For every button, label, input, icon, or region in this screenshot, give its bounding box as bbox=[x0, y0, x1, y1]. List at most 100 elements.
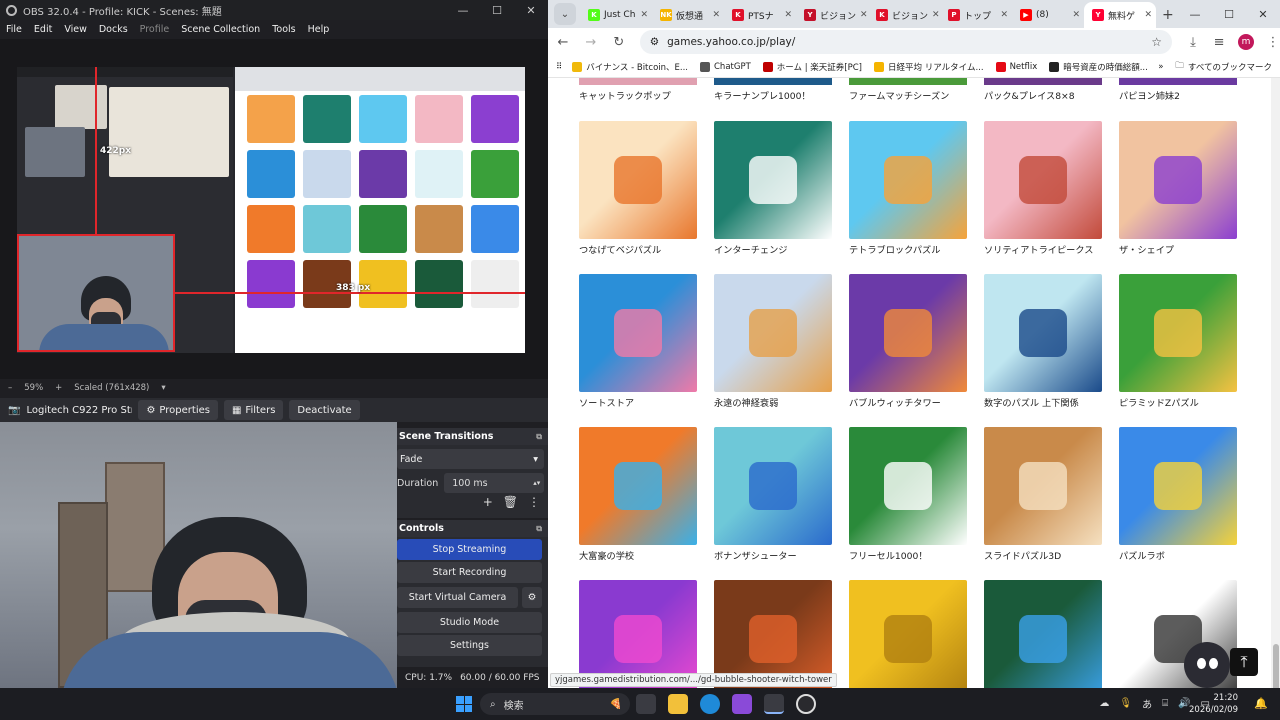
coin-game-icon[interactable] bbox=[849, 580, 967, 688]
virtual-camera-settings-icon[interactable]: ⚙ bbox=[522, 587, 542, 608]
settings-button[interactable]: Settings bbox=[397, 635, 542, 656]
block-puzzle-icon[interactable] bbox=[579, 580, 697, 688]
minimize-icon[interactable]: — bbox=[1178, 0, 1212, 28]
browser-tab[interactable]: Y 無料ゲ ✕ bbox=[1084, 2, 1156, 28]
browser-tab[interactable]: K ビジョン ✕ bbox=[868, 2, 940, 28]
site-info-icon[interactable]: ⚙ bbox=[650, 36, 659, 48]
reading-list-icon[interactable]: ≡ bbox=[1212, 35, 1226, 50]
browser-tab[interactable]: K PTSナ ✕ bbox=[724, 2, 796, 28]
game-name[interactable]: ボナンザシューター bbox=[714, 548, 832, 562]
duration-field[interactable]: 100 ms ▴▾ bbox=[444, 473, 545, 493]
new-tab-icon[interactable]: + bbox=[1162, 7, 1174, 23]
close-tab-icon[interactable]: ✕ bbox=[712, 10, 720, 20]
slide-puzzle-3d-icon[interactable] bbox=[984, 427, 1102, 545]
game-card[interactable]: ボナンザシューター bbox=[714, 427, 832, 580]
properties-button[interactable]: ⚙ Properties bbox=[138, 400, 218, 420]
game-name[interactable]: ソートストア bbox=[579, 395, 697, 409]
task-view-icon[interactable] bbox=[636, 694, 656, 714]
marble-shooter-icon[interactable] bbox=[984, 580, 1102, 688]
game-card[interactable]: テトラブロックパズル bbox=[849, 121, 967, 274]
solitaire-tripeaks-icon[interactable] bbox=[984, 121, 1102, 239]
game-card[interactable]: パズルラボ bbox=[1119, 427, 1237, 580]
menu-help[interactable]: Help bbox=[308, 24, 330, 35]
microphone-icon[interactable]: 🎙 bbox=[1119, 698, 1132, 709]
menu-edit[interactable]: Edit bbox=[34, 24, 52, 35]
game-card[interactable]: 数字のパズル 上下関係 bbox=[984, 274, 1102, 427]
puzzle-lab-icon[interactable] bbox=[1119, 427, 1237, 545]
game-name[interactable]: ソリティアトライピークス bbox=[984, 242, 1102, 256]
selected-webcam-source[interactable] bbox=[17, 234, 175, 352]
game-card[interactable]: フリーセル1000！ bbox=[849, 427, 967, 580]
game-name[interactable]: ザ・シェイプ bbox=[1119, 242, 1237, 256]
maximize-icon[interactable]: ☐ bbox=[1212, 0, 1246, 28]
menu-tools[interactable]: Tools bbox=[272, 24, 295, 35]
bookmark-item[interactable]: 暗号資産の時価総額... bbox=[1049, 61, 1148, 73]
browser-tab[interactable]: ▶ (8) ✕ bbox=[1012, 2, 1084, 28]
game-name[interactable]: 永遠の神経衰弱 bbox=[714, 395, 832, 409]
food-game-icon[interactable] bbox=[714, 580, 832, 688]
sort-store-icon[interactable] bbox=[579, 274, 697, 392]
menu-icon[interactable]: ⋮ bbox=[1266, 35, 1280, 50]
chrome-icon[interactable] bbox=[764, 694, 784, 714]
browser-tab[interactable]: K Just Ch ✕ bbox=[580, 2, 652, 28]
the-shape-icon[interactable] bbox=[1119, 121, 1237, 239]
game-card[interactable] bbox=[579, 580, 697, 688]
bookmark-item[interactable]: Netflix bbox=[995, 61, 1037, 73]
close-icon[interactable]: ✕ bbox=[1246, 0, 1280, 28]
zoom-out-icon[interactable]: – bbox=[8, 383, 12, 393]
tab-search-icon[interactable]: ⌄ bbox=[554, 3, 576, 25]
game-card[interactable]: インターチェンジ bbox=[714, 121, 832, 274]
apps-grid-icon[interactable]: ⠿ bbox=[556, 62, 562, 72]
game-card[interactable]: ソリティアトライピークス bbox=[984, 121, 1102, 274]
clock[interactable]: 21:20 2026/02/09 bbox=[1189, 692, 1238, 716]
bookmark-item[interactable]: 日経平均 リアルタイム... bbox=[874, 61, 984, 73]
back-to-top-button[interactable]: ⤒ bbox=[1230, 648, 1258, 676]
game-name[interactable]: つなげてベジパズル bbox=[579, 242, 697, 256]
number-puzzle-icon[interactable] bbox=[984, 274, 1102, 392]
browser-tab[interactable]: Y ビジョン ✕ bbox=[796, 2, 868, 28]
onedrive-icon[interactable]: ☁ bbox=[1099, 698, 1109, 709]
add-transition-icon[interactable]: + bbox=[483, 495, 493, 509]
freecell-icon[interactable] bbox=[849, 427, 967, 545]
game-name[interactable]: バブルウィッチタワー bbox=[849, 395, 967, 409]
game-card[interactable]: ザ・シェイプ bbox=[1119, 121, 1237, 274]
menu-profile[interactable]: Profile bbox=[140, 24, 170, 35]
dock-float-icon[interactable]: ⧉ bbox=[536, 524, 542, 534]
delete-transition-icon[interactable]: 🗑 bbox=[503, 495, 518, 509]
windows-start-icon[interactable] bbox=[456, 696, 472, 712]
close-tab-icon[interactable]: ✕ bbox=[860, 10, 868, 20]
back-icon[interactable]: ← bbox=[556, 35, 570, 50]
veggie-puzzle-icon[interactable] bbox=[579, 121, 697, 239]
filters-button[interactable]: ▦ Filters bbox=[223, 400, 284, 420]
taskbar-search[interactable]: ⌕ 検索 🍕 bbox=[480, 693, 630, 715]
game-name[interactable]: キラーナンプレ1000！ bbox=[714, 88, 832, 102]
page-scrollbar[interactable] bbox=[1271, 78, 1280, 688]
bookmark-item[interactable]: ホーム | 楽天証券[PC] bbox=[762, 61, 862, 73]
close-tab-icon[interactable]: ✕ bbox=[640, 10, 648, 20]
game-card[interactable] bbox=[714, 580, 832, 688]
close-tab-icon[interactable]: ✕ bbox=[1000, 10, 1008, 20]
scale-dropdown-icon[interactable]: ▾ bbox=[161, 383, 165, 393]
forward-icon[interactable]: → bbox=[584, 35, 598, 50]
ime-indicator[interactable]: あ bbox=[1142, 696, 1152, 711]
network-icon[interactable]: ⌸ bbox=[1162, 698, 1168, 709]
game-card[interactable]: ソートストア bbox=[579, 274, 697, 427]
menu-docks[interactable]: Docks bbox=[99, 24, 128, 35]
game-name[interactable]: パック&プレイス8×8 bbox=[984, 88, 1102, 102]
concentration-icon[interactable] bbox=[714, 274, 832, 392]
copilot-icon[interactable] bbox=[732, 694, 752, 714]
dock-float-icon[interactable]: ⧉ bbox=[536, 432, 542, 442]
close-tab-icon[interactable]: ✕ bbox=[784, 10, 792, 20]
game-card[interactable]: スライドパズル3D bbox=[984, 427, 1102, 580]
game-name[interactable]: 大富豪の学校 bbox=[579, 548, 697, 562]
download-icon[interactable]: ⤓ bbox=[1186, 35, 1200, 50]
start-recording-button[interactable]: Start Recording bbox=[397, 562, 542, 583]
more-bookmarks-icon[interactable]: » bbox=[1158, 62, 1163, 72]
browser-tab[interactable]: P トップ ✕ bbox=[940, 2, 1012, 28]
game-name[interactable]: ファームマッチシーズン bbox=[849, 88, 967, 102]
stop-streaming-button[interactable]: Stop Streaming bbox=[397, 539, 542, 560]
start-virtual-camera-button[interactable]: Start Virtual Camera bbox=[397, 587, 518, 608]
game-card[interactable]: つなげてベジパズル bbox=[579, 121, 697, 274]
game-name[interactable]: インターチェンジ bbox=[714, 242, 832, 256]
bonanza-shooter-icon[interactable] bbox=[714, 427, 832, 545]
